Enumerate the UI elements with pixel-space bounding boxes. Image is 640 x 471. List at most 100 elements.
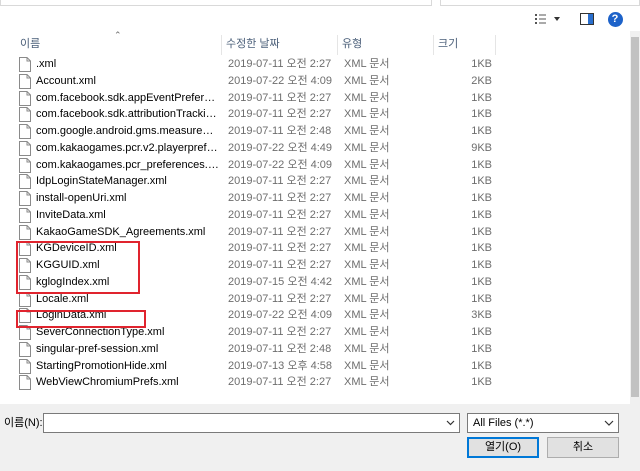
file-row[interactable]: com.kakaogames.pcr_preferences.xml 2019-0… [0,157,630,174]
file-name: WebViewChromiumPrefs.xml [36,376,179,389]
file-type: XML 문서 [344,275,390,288]
filename-dropdown[interactable] [444,417,456,429]
cancel-button[interactable]: 취소 [547,437,619,458]
file-size: 1KB [471,208,492,221]
file-name: KGDeviceID.xml [36,242,117,255]
file-size: 1KB [471,158,492,171]
open-button[interactable]: 열기(O) [467,437,539,458]
file-type: XML 문서 [344,175,390,188]
file-row[interactable]: IdpLoginStateManager.xml 2019-07-11 오전 2:… [0,173,630,190]
file-row[interactable]: KGGUID.xml 2019-07-11 오전 2:27 XML 문서 1KB [0,257,630,274]
file-row[interactable]: .xml 2019-07-11 오전 2:27 XML 문서 1KB [0,56,630,73]
file-size: 1KB [471,242,492,255]
file-row[interactable]: Account.xml 2019-07-22 오전 4:09 XML 문서 2KB [0,73,630,90]
file-row[interactable]: singular-pref-session.xml 2019-07-11 오전 2… [0,341,630,358]
scrollbar-thumb[interactable] [631,37,639,397]
file-icon [19,375,31,391]
file-type: XML 문서 [344,342,390,355]
address-bar[interactable] [0,0,432,6]
file-list[interactable]: ⌃ 이름 수정한 날짜 유형 크기 .xml 2019-07-11 오전 2:27… [0,31,640,404]
file-name: KGGUID.xml [36,259,100,271]
file-type: XML 문서 [344,158,390,171]
file-name: kglogIndex.xml [36,275,110,288]
change-view-button[interactable] [532,10,566,28]
filename-input[interactable] [43,413,460,433]
file-date: 2019-07-11 오전 2:27 [228,259,332,271]
bottom-panel: 이름(N): All Files (*.*) 열기(O) 취소 [0,404,640,471]
chevron-down-icon [446,420,454,426]
file-row[interactable]: com.kakaogames.pcr.v2.playerprefs.xml 201… [0,140,630,157]
file-row[interactable]: LoginData.xml 2019-07-22 오전 4:09 XML 문서 3KB [0,307,630,324]
file-date: 2019-07-11 오전 2:27 [228,192,332,204]
file-icon [19,325,31,340]
file-icon [19,107,31,123]
file-date: 2019-07-11 오전 2:48 [228,125,332,137]
file-icon [19,224,31,240]
file-type-filter-value: All Files (*.*) [473,417,534,429]
file-size: 1KB [471,259,492,271]
file-date: 2019-07-11 오전 2:27 [228,91,332,104]
file-size: 1KB [471,275,492,288]
file-date: 2019-07-11 오전 2:27 [228,225,332,238]
search-box[interactable] [440,0,640,6]
file-name: IdpLoginStateManager.xml [36,175,167,188]
column-header: 이름 수정한 날짜 유형 크기 [0,35,630,55]
file-icon [19,73,31,89]
file-size: 1KB [471,175,492,188]
file-row[interactable]: KGDeviceID.xml 2019-07-11 오전 2:27 XML 문서 1K… [0,240,630,257]
file-name: LoginData.xml [36,309,107,322]
file-type: XML 문서 [344,225,390,238]
file-type: XML 문서 [344,125,390,137]
file-row[interactable]: WebViewChromiumPrefs.xml 2019-07-11 오전 2:… [0,374,630,391]
file-date: 2019-07-11 오전 2:27 [228,175,332,188]
file-row[interactable]: com.google.android.gms.measurement.... 20… [0,123,630,140]
help-button[interactable]: ? [606,10,624,28]
file-type: XML 문서 [344,74,390,87]
file-row[interactable]: KakaoGameSDK_Agreements.xml 2019-07-11 오전… [0,224,630,241]
column-header-size[interactable]: 크기 [434,35,496,55]
file-row[interactable]: install-openUri.xml 2019-07-11 오전 2:27 XML… [0,190,630,207]
file-row[interactable]: com.facebook.sdk.appEventPreferences....… [0,90,630,107]
file-row[interactable]: SeverConnectionType.xml 2019-07-11 오전 2:2… [0,324,630,341]
file-date: 2019-07-22 오전 4:09 [228,158,333,171]
file-icon [19,90,31,106]
file-date: 2019-07-22 오전 4:09 [228,74,333,87]
file-icon [19,124,31,139]
file-size: 1KB [471,326,492,338]
file-row[interactable]: com.facebook.sdk.attributionTracking.xml… [0,106,630,123]
file-icon [19,341,31,357]
file-name: .xml [36,58,57,70]
column-header-date[interactable]: 수정한 날짜 [222,35,338,55]
file-icon [19,191,31,206]
preview-pane-button[interactable] [578,10,596,28]
help-icon: ? [607,11,623,27]
file-date: 2019-07-11 오전 2:48 [228,342,332,355]
file-date: 2019-07-13 오후 4:58 [228,359,333,372]
file-name: KakaoGameSDK_Agreements.xml [36,225,206,238]
file-size: 1KB [471,292,492,305]
file-type: XML 문서 [344,242,390,255]
file-date: 2019-07-11 오전 2:27 [228,376,332,389]
file-size: 1KB [471,108,492,121]
file-date: 2019-07-11 오전 2:27 [228,108,332,121]
file-size: 1KB [471,192,492,204]
file-row[interactable]: StartingPromotionHide.xml 2019-07-13 오후 4… [0,358,630,375]
file-date: 2019-07-15 오전 4:42 [228,275,333,288]
column-header-type[interactable]: 유형 [338,35,434,55]
file-size: 2KB [471,74,492,87]
column-header-name[interactable]: 이름 [16,35,222,55]
file-name: Account.xml [36,74,96,87]
file-type-filter[interactable]: All Files (*.*) [467,413,619,433]
file-type: XML 문서 [344,259,390,271]
top-strip [0,0,640,7]
file-name: singular-pref-session.xml [36,342,159,355]
file-icon [19,308,31,324]
file-row[interactable]: kglogIndex.xml 2019-07-15 오전 4:42 XML 문서 1K… [0,274,630,291]
file-name: StartingPromotionHide.xml [36,359,167,372]
file-row[interactable]: InviteData.xml 2019-07-11 오전 2:27 XML 문서 1K… [0,207,630,224]
file-name: com.google.android.gms.measurement.... [36,125,220,137]
file-type: XML 문서 [344,91,390,104]
file-name: SeverConnectionType.xml [36,326,165,338]
vertical-scrollbar[interactable] [630,31,640,404]
file-row[interactable]: Locale.xml 2019-07-11 오전 2:27 XML 문서 1KB [0,291,630,308]
